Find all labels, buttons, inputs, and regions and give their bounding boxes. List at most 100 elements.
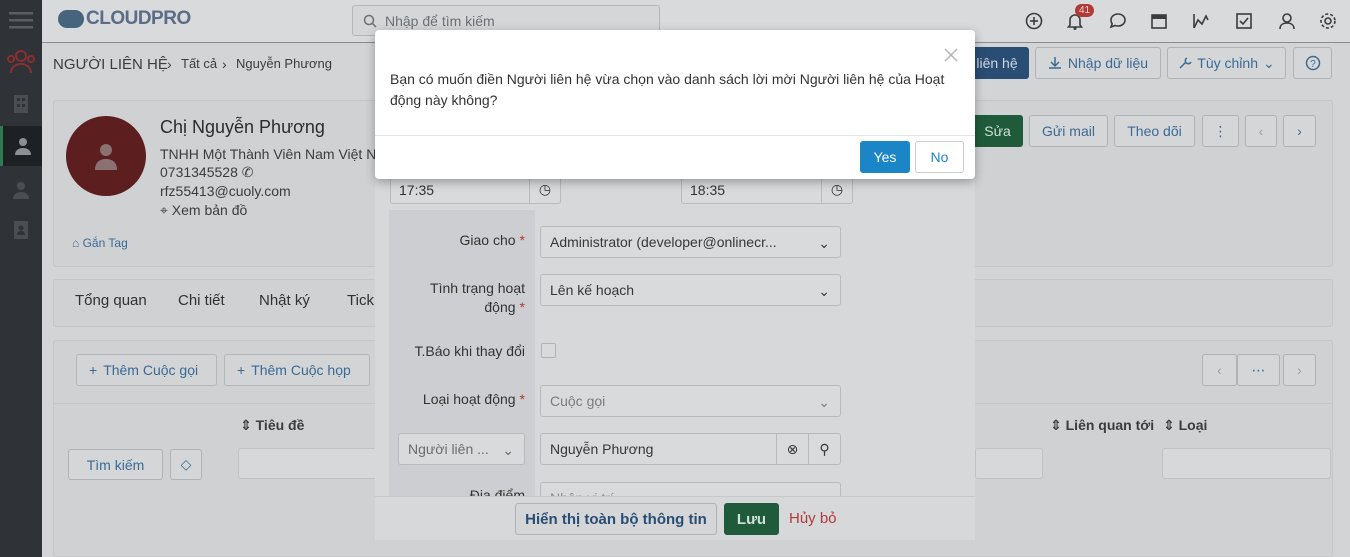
building-icon[interactable]: [0, 84, 42, 124]
show-all-fields-button[interactable]: Hiển thị toàn bộ thông tin: [515, 503, 717, 535]
quick-create-panel: 17:35 ◷ 18:35 ◷ Giao cho * Administrator …: [375, 150, 975, 540]
title-filter-input[interactable]: [238, 448, 378, 479]
start-time-input[interactable]: 17:35 ◷: [390, 175, 561, 204]
clock-icon[interactable]: ◷: [821, 176, 852, 203]
contact-phone[interactable]: 0731345528 ✆: [160, 164, 254, 181]
activity-type-select[interactable]: Cuộc gọi ⌄: [540, 385, 841, 417]
menu-icon[interactable]: [0, 0, 42, 40]
chat-icon[interactable]: [1108, 11, 1128, 31]
no-button[interactable]: No: [915, 141, 964, 173]
user-icon[interactable]: [0, 170, 42, 210]
tab-tick[interactable]: Tick: [347, 292, 374, 309]
import-button[interactable]: Nhập dữ liệu: [1035, 47, 1161, 79]
add-meeting-button[interactable]: + Thêm Cuộc họp: [224, 354, 370, 386]
contact-email[interactable]: rfz55413@cuoly.com: [160, 183, 291, 199]
follow-button[interactable]: Theo dõi: [1114, 115, 1195, 147]
prev-page-button[interactable]: ‹: [1202, 354, 1237, 386]
prev-record-button[interactable]: ‹: [1245, 115, 1277, 147]
tag-icon: ⌂: [72, 236, 80, 250]
column-header-title[interactable]: ⇕ Tiêu đề: [240, 417, 304, 434]
left-sidebar: [0, 0, 42, 557]
chevron-down-icon: ⌄: [818, 283, 830, 299]
edit-button[interactable]: Sửa: [972, 115, 1023, 147]
related-module-select[interactable]: Người liên ... ⌄: [398, 433, 525, 465]
next-record-button[interactable]: ›: [1283, 115, 1316, 147]
status-label-text: Tình trạng hoạt động: [430, 280, 525, 315]
clear-filter-button[interactable]: ◇: [170, 449, 202, 480]
notify-label: T.Báo khi thay đổi: [414, 343, 525, 359]
tab-log[interactable]: Nhật ký: [259, 292, 310, 309]
tab-details[interactable]: Chi tiết: [178, 292, 225, 309]
document-user-icon[interactable]: [0, 210, 42, 250]
next-page-button[interactable]: ›: [1283, 354, 1316, 386]
cancel-link[interactable]: Hủy bỏ: [789, 510, 837, 527]
breadcrumb-module[interactable]: NGƯỜI LIÊN HỆ: [53, 56, 168, 73]
form-footer: Hiển thị toàn bộ thông tin Lưu Hủy bỏ: [375, 496, 975, 540]
assigned-to-select[interactable]: Administrator (developer@onlinecr... ⌄: [540, 226, 841, 258]
type-filter-input[interactable]: [1162, 448, 1331, 479]
activity-type-label-text: Loại hoạt động: [422, 391, 516, 407]
save-button[interactable]: Lưu: [724, 503, 779, 535]
close-icon[interactable]: [943, 47, 959, 63]
related-module-value: Người liên ...: [408, 441, 489, 457]
gear-icon[interactable]: [1318, 11, 1338, 31]
col-related-label: Liên quan tới: [1065, 417, 1155, 433]
add-tag-link[interactable]: ⌂ Gắn Tag: [72, 236, 128, 250]
notify-checkbox[interactable]: [541, 343, 556, 358]
contact-card-icon[interactable]: [0, 126, 42, 166]
search-button[interactable]: Tìm kiếm: [68, 449, 163, 480]
vertical-dots-icon: ⋮: [1213, 122, 1228, 139]
status-value: Lên kế hoạch: [550, 282, 635, 298]
contacts-group-icon[interactable]: [0, 42, 42, 82]
help-icon: ?: [1305, 55, 1320, 71]
help-button[interactable]: ?: [1293, 47, 1332, 79]
profile-icon[interactable]: [1277, 11, 1297, 31]
sort-icon: ⇕: [1163, 417, 1175, 433]
column-header-type[interactable]: ⇕ Loại: [1163, 417, 1207, 434]
breadcrumb-all[interactable]: Tất cả: [181, 56, 217, 71]
svg-text:?: ?: [1310, 59, 1316, 70]
app-logo[interactable]: CLOUDPRO: [58, 8, 191, 30]
customize-label: Tùy chỉnh: [1197, 55, 1258, 71]
cloud-logo-icon: [58, 10, 84, 28]
customize-button[interactable]: Tùy chỉnh ⌄: [1167, 47, 1286, 79]
logo-text: CLOUDPRO: [86, 8, 191, 29]
chevron-right-icon: ›: [167, 56, 172, 72]
status-select[interactable]: Lên kế hoạch ⌄: [540, 274, 841, 306]
tab-overview[interactable]: Tổng quan: [75, 292, 147, 309]
clear-icon[interactable]: ⊗: [776, 434, 808, 464]
send-mail-button[interactable]: Gửi mail: [1029, 115, 1108, 147]
dialog-divider: [375, 135, 975, 136]
end-time-input[interactable]: 18:35 ◷: [681, 175, 853, 204]
start-time-value: 17:35: [399, 181, 435, 198]
more-options-button[interactable]: ⋯: [1237, 354, 1280, 386]
user-silhouette-icon: [95, 144, 117, 170]
add-call-button[interactable]: + Thêm Cuộc gọi: [76, 354, 217, 386]
chevron-down-icon: ⌄: [502, 442, 514, 458]
clock-icon[interactable]: ◷: [529, 176, 560, 203]
dialog-message: Bạn có muốn điền Người liên hệ vừa chọn …: [390, 71, 945, 108]
chart-icon[interactable]: [1191, 11, 1211, 31]
assigned-value: Administrator (developer@onlinecr...: [550, 234, 777, 250]
confirm-dialog: Bạn có muốn điền Người liên hệ vừa chọn …: [375, 30, 975, 179]
yes-button[interactable]: Yes: [860, 141, 910, 173]
activity-type-label: Loại hoạt động *: [422, 391, 525, 407]
search-placeholder: Nhập để tìm kiếm: [385, 12, 495, 29]
contact-lookup-input[interactable]: Nguyễn Phương ⊗ ⚲: [540, 433, 841, 465]
search-icon[interactable]: ⚲: [808, 434, 840, 464]
view-map-link[interactable]: ⌖ Xem bản đồ: [160, 202, 247, 219]
add-circle-icon[interactable]: [1024, 11, 1044, 31]
horizontal-dots-icon: ⋯: [1251, 361, 1266, 378]
sort-icon: ⇕: [240, 417, 252, 433]
plus-icon: +: [89, 362, 98, 378]
end-time-value: 18:35: [690, 181, 726, 198]
related-filter-input[interactable]: [975, 448, 1043, 479]
checkbox-icon[interactable]: [1234, 11, 1254, 31]
map-pin-icon: ⌖: [160, 202, 168, 218]
calendar-icon[interactable]: [1149, 11, 1169, 31]
breadcrumb-current: Nguyễn Phương: [236, 56, 333, 71]
download-icon: [1048, 57, 1061, 69]
more-actions-button[interactable]: ⋮: [1202, 115, 1239, 147]
column-header-related[interactable]: ⇕ Liên quan tới: [1050, 417, 1154, 434]
col-title-label: Tiêu đề: [255, 417, 305, 433]
